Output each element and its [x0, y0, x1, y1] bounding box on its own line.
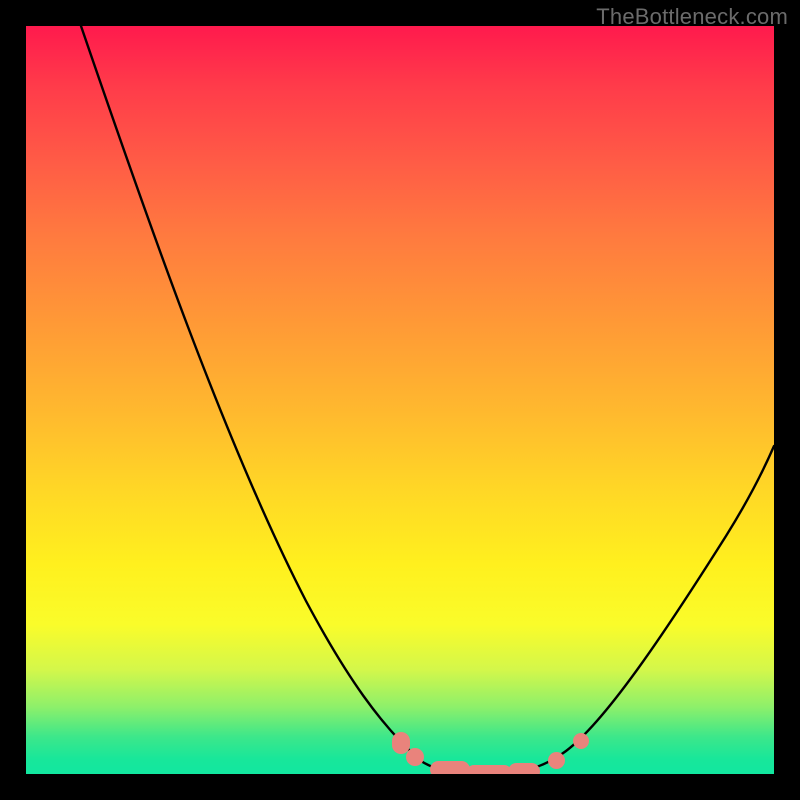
- marker: [406, 748, 424, 766]
- marker: [508, 763, 540, 774]
- marker: [430, 761, 470, 774]
- marker: [573, 733, 589, 749]
- curve-path: [81, 26, 774, 774]
- chart-frame: TheBottleneck.com: [0, 0, 800, 800]
- bottleneck-curve: [26, 26, 774, 774]
- watermark-text: TheBottleneck.com: [596, 4, 788, 30]
- marker: [548, 752, 565, 769]
- valley-markers: [392, 732, 589, 774]
- marker: [466, 765, 512, 774]
- marker: [392, 732, 410, 754]
- plot-area: [26, 26, 774, 774]
